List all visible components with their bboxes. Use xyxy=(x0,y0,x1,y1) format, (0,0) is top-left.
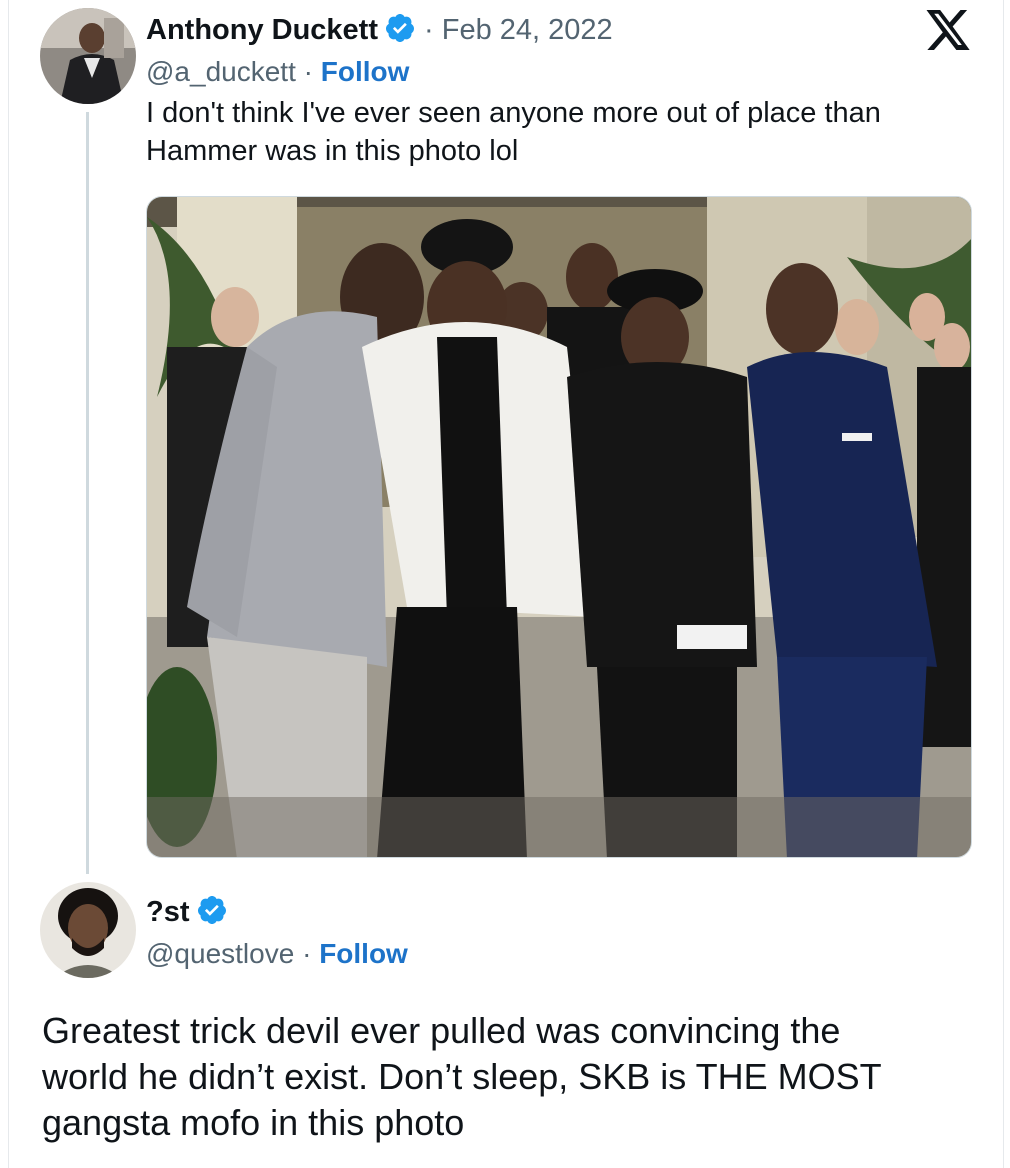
x-logo-icon[interactable] xyxy=(924,10,972,59)
tweet-text-line: Hammer was in this photo lol xyxy=(146,135,519,167)
tweet-photo[interactable] xyxy=(146,196,972,858)
separator: · xyxy=(302,938,312,969)
author-name-row: Anthony Duckett · Feb 24, 2022 xyxy=(146,12,613,49)
reply-text-line: world he didn’t exist. Don’t sleep, SKB … xyxy=(42,1056,882,1097)
reply-author-handle[interactable]: @questlove xyxy=(146,938,294,969)
author-name[interactable]: Anthony Duckett xyxy=(146,14,378,47)
reply-body: Greatest trick devil ever pulled was con… xyxy=(42,1008,882,1146)
author-handle[interactable]: @a_duckett xyxy=(146,56,296,87)
tweet-text-line: I don't think I've ever seen anyone more… xyxy=(146,97,881,129)
reply-author-avatar[interactable] xyxy=(40,882,136,978)
author-handle-row: @a_duckett · Follow xyxy=(146,56,409,88)
thread-connector xyxy=(86,112,89,874)
reply-author-name[interactable]: ?st xyxy=(146,896,190,929)
reply-text-line: Greatest trick devil ever pulled was con… xyxy=(42,1010,841,1051)
verified-badge-icon xyxy=(196,894,228,931)
tweet-date[interactable]: · Feb 24, 2022 xyxy=(424,14,613,47)
follow-button[interactable]: Follow xyxy=(321,56,410,87)
author-avatar[interactable] xyxy=(40,8,136,104)
date-text[interactable]: Feb 24, 2022 xyxy=(442,14,613,46)
reply-follow-button[interactable]: Follow xyxy=(319,938,408,969)
separator: · xyxy=(303,56,313,87)
reply-handle-row: @questlove · Follow xyxy=(146,938,408,970)
reply-author-name-row: ?st xyxy=(146,894,228,931)
reply-text-line: gangsta mofo in this photo xyxy=(42,1102,465,1143)
verified-badge-icon xyxy=(384,12,416,49)
tweet-body: I don't think I've ever seen anyone more… xyxy=(146,94,881,170)
